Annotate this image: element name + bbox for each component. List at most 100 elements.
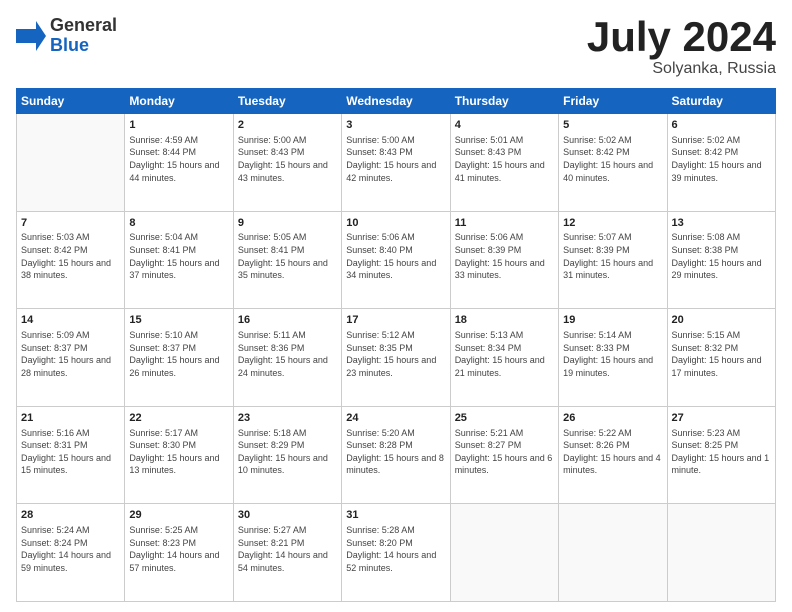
table-row: 28Sunrise: 5:24 AM Sunset: 8:24 PM Dayli… [17, 504, 125, 602]
table-row: 2Sunrise: 5:00 AM Sunset: 8:43 PM Daylig… [233, 114, 341, 212]
calendar-header-row: Sunday Monday Tuesday Wednesday Thursday… [17, 89, 776, 114]
day-info: Sunrise: 5:16 AM Sunset: 8:31 PM Dayligh… [21, 427, 120, 477]
table-row: 1Sunrise: 4:59 AM Sunset: 8:44 PM Daylig… [125, 114, 233, 212]
table-row: 4Sunrise: 5:01 AM Sunset: 8:43 PM Daylig… [450, 114, 558, 212]
day-number: 1 [129, 118, 228, 133]
day-info: Sunrise: 5:01 AM Sunset: 8:43 PM Dayligh… [455, 134, 554, 184]
table-row: 17Sunrise: 5:12 AM Sunset: 8:35 PM Dayli… [342, 309, 450, 407]
day-number: 29 [129, 508, 228, 523]
table-row [559, 504, 667, 602]
day-number: 26 [563, 411, 662, 426]
table-row: 10Sunrise: 5:06 AM Sunset: 8:40 PM Dayli… [342, 211, 450, 309]
day-info: Sunrise: 5:06 AM Sunset: 8:39 PM Dayligh… [455, 231, 554, 281]
header-wednesday: Wednesday [342, 89, 450, 114]
day-info: Sunrise: 5:02 AM Sunset: 8:42 PM Dayligh… [563, 134, 662, 184]
header-thursday: Thursday [450, 89, 558, 114]
day-info: Sunrise: 5:17 AM Sunset: 8:30 PM Dayligh… [129, 427, 228, 477]
day-number: 19 [563, 313, 662, 328]
day-number: 9 [238, 216, 337, 231]
title-block: July 2024 Solyanka, Russia [587, 16, 776, 78]
page: General Blue July 2024 Solyanka, Russia … [0, 0, 792, 612]
table-row: 21Sunrise: 5:16 AM Sunset: 8:31 PM Dayli… [17, 406, 125, 504]
calendar-week-2: 7Sunrise: 5:03 AM Sunset: 8:42 PM Daylig… [17, 211, 776, 309]
table-row: 14Sunrise: 5:09 AM Sunset: 8:37 PM Dayli… [17, 309, 125, 407]
day-info: Sunrise: 5:24 AM Sunset: 8:24 PM Dayligh… [21, 524, 120, 574]
day-info: Sunrise: 5:07 AM Sunset: 8:39 PM Dayligh… [563, 231, 662, 281]
table-row: 27Sunrise: 5:23 AM Sunset: 8:25 PM Dayli… [667, 406, 775, 504]
table-row: 12Sunrise: 5:07 AM Sunset: 8:39 PM Dayli… [559, 211, 667, 309]
table-row: 22Sunrise: 5:17 AM Sunset: 8:30 PM Dayli… [125, 406, 233, 504]
day-info: Sunrise: 5:15 AM Sunset: 8:32 PM Dayligh… [672, 329, 771, 379]
logo-text: General Blue [50, 16, 117, 56]
day-number: 11 [455, 216, 554, 231]
day-number: 31 [346, 508, 445, 523]
day-info: Sunrise: 5:27 AM Sunset: 8:21 PM Dayligh… [238, 524, 337, 574]
day-info: Sunrise: 5:03 AM Sunset: 8:42 PM Dayligh… [21, 231, 120, 281]
logo-blue: Blue [50, 36, 117, 56]
table-row: 16Sunrise: 5:11 AM Sunset: 8:36 PM Dayli… [233, 309, 341, 407]
table-row: 15Sunrise: 5:10 AM Sunset: 8:37 PM Dayli… [125, 309, 233, 407]
day-info: Sunrise: 5:22 AM Sunset: 8:26 PM Dayligh… [563, 427, 662, 477]
day-number: 5 [563, 118, 662, 133]
table-row: 8Sunrise: 5:04 AM Sunset: 8:41 PM Daylig… [125, 211, 233, 309]
logo: General Blue [16, 16, 117, 56]
table-row: 7Sunrise: 5:03 AM Sunset: 8:42 PM Daylig… [17, 211, 125, 309]
day-info: Sunrise: 5:11 AM Sunset: 8:36 PM Dayligh… [238, 329, 337, 379]
day-number: 24 [346, 411, 445, 426]
day-info: Sunrise: 5:08 AM Sunset: 8:38 PM Dayligh… [672, 231, 771, 281]
header-sunday: Sunday [17, 89, 125, 114]
table-row [450, 504, 558, 602]
day-number: 15 [129, 313, 228, 328]
day-number: 13 [672, 216, 771, 231]
day-number: 17 [346, 313, 445, 328]
day-info: Sunrise: 5:18 AM Sunset: 8:29 PM Dayligh… [238, 427, 337, 477]
day-number: 8 [129, 216, 228, 231]
day-info: Sunrise: 5:04 AM Sunset: 8:41 PM Dayligh… [129, 231, 228, 281]
table-row: 18Sunrise: 5:13 AM Sunset: 8:34 PM Dayli… [450, 309, 558, 407]
day-number: 6 [672, 118, 771, 133]
day-info: Sunrise: 5:28 AM Sunset: 8:20 PM Dayligh… [346, 524, 445, 574]
day-number: 4 [455, 118, 554, 133]
day-number: 20 [672, 313, 771, 328]
day-number: 12 [563, 216, 662, 231]
title-month: July 2024 [587, 16, 776, 58]
day-info: Sunrise: 5:00 AM Sunset: 8:43 PM Dayligh… [238, 134, 337, 184]
table-row: 9Sunrise: 5:05 AM Sunset: 8:41 PM Daylig… [233, 211, 341, 309]
table-row: 29Sunrise: 5:25 AM Sunset: 8:23 PM Dayli… [125, 504, 233, 602]
day-info: Sunrise: 5:13 AM Sunset: 8:34 PM Dayligh… [455, 329, 554, 379]
calendar-week-4: 21Sunrise: 5:16 AM Sunset: 8:31 PM Dayli… [17, 406, 776, 504]
day-number: 30 [238, 508, 337, 523]
table-row: 19Sunrise: 5:14 AM Sunset: 8:33 PM Dayli… [559, 309, 667, 407]
table-row [667, 504, 775, 602]
day-number: 14 [21, 313, 120, 328]
day-number: 23 [238, 411, 337, 426]
header-monday: Monday [125, 89, 233, 114]
calendar-table: Sunday Monday Tuesday Wednesday Thursday… [16, 88, 776, 602]
title-location: Solyanka, Russia [587, 60, 776, 78]
day-number: 21 [21, 411, 120, 426]
day-number: 10 [346, 216, 445, 231]
table-row: 13Sunrise: 5:08 AM Sunset: 8:38 PM Dayli… [667, 211, 775, 309]
day-number: 25 [455, 411, 554, 426]
table-row: 6Sunrise: 5:02 AM Sunset: 8:42 PM Daylig… [667, 114, 775, 212]
day-info: Sunrise: 5:12 AM Sunset: 8:35 PM Dayligh… [346, 329, 445, 379]
table-row: 5Sunrise: 5:02 AM Sunset: 8:42 PM Daylig… [559, 114, 667, 212]
day-number: 7 [21, 216, 120, 231]
table-row [17, 114, 125, 212]
table-row: 26Sunrise: 5:22 AM Sunset: 8:26 PM Dayli… [559, 406, 667, 504]
table-row: 31Sunrise: 5:28 AM Sunset: 8:20 PM Dayli… [342, 504, 450, 602]
day-info: Sunrise: 4:59 AM Sunset: 8:44 PM Dayligh… [129, 134, 228, 184]
calendar-week-1: 1Sunrise: 4:59 AM Sunset: 8:44 PM Daylig… [17, 114, 776, 212]
day-number: 28 [21, 508, 120, 523]
logo-icon [16, 21, 46, 51]
header-tuesday: Tuesday [233, 89, 341, 114]
day-number: 18 [455, 313, 554, 328]
calendar-week-3: 14Sunrise: 5:09 AM Sunset: 8:37 PM Dayli… [17, 309, 776, 407]
day-info: Sunrise: 5:20 AM Sunset: 8:28 PM Dayligh… [346, 427, 445, 477]
day-info: Sunrise: 5:21 AM Sunset: 8:27 PM Dayligh… [455, 427, 554, 477]
day-info: Sunrise: 5:23 AM Sunset: 8:25 PM Dayligh… [672, 427, 771, 477]
day-number: 27 [672, 411, 771, 426]
table-row: 30Sunrise: 5:27 AM Sunset: 8:21 PM Dayli… [233, 504, 341, 602]
table-row: 23Sunrise: 5:18 AM Sunset: 8:29 PM Dayli… [233, 406, 341, 504]
table-row: 20Sunrise: 5:15 AM Sunset: 8:32 PM Dayli… [667, 309, 775, 407]
